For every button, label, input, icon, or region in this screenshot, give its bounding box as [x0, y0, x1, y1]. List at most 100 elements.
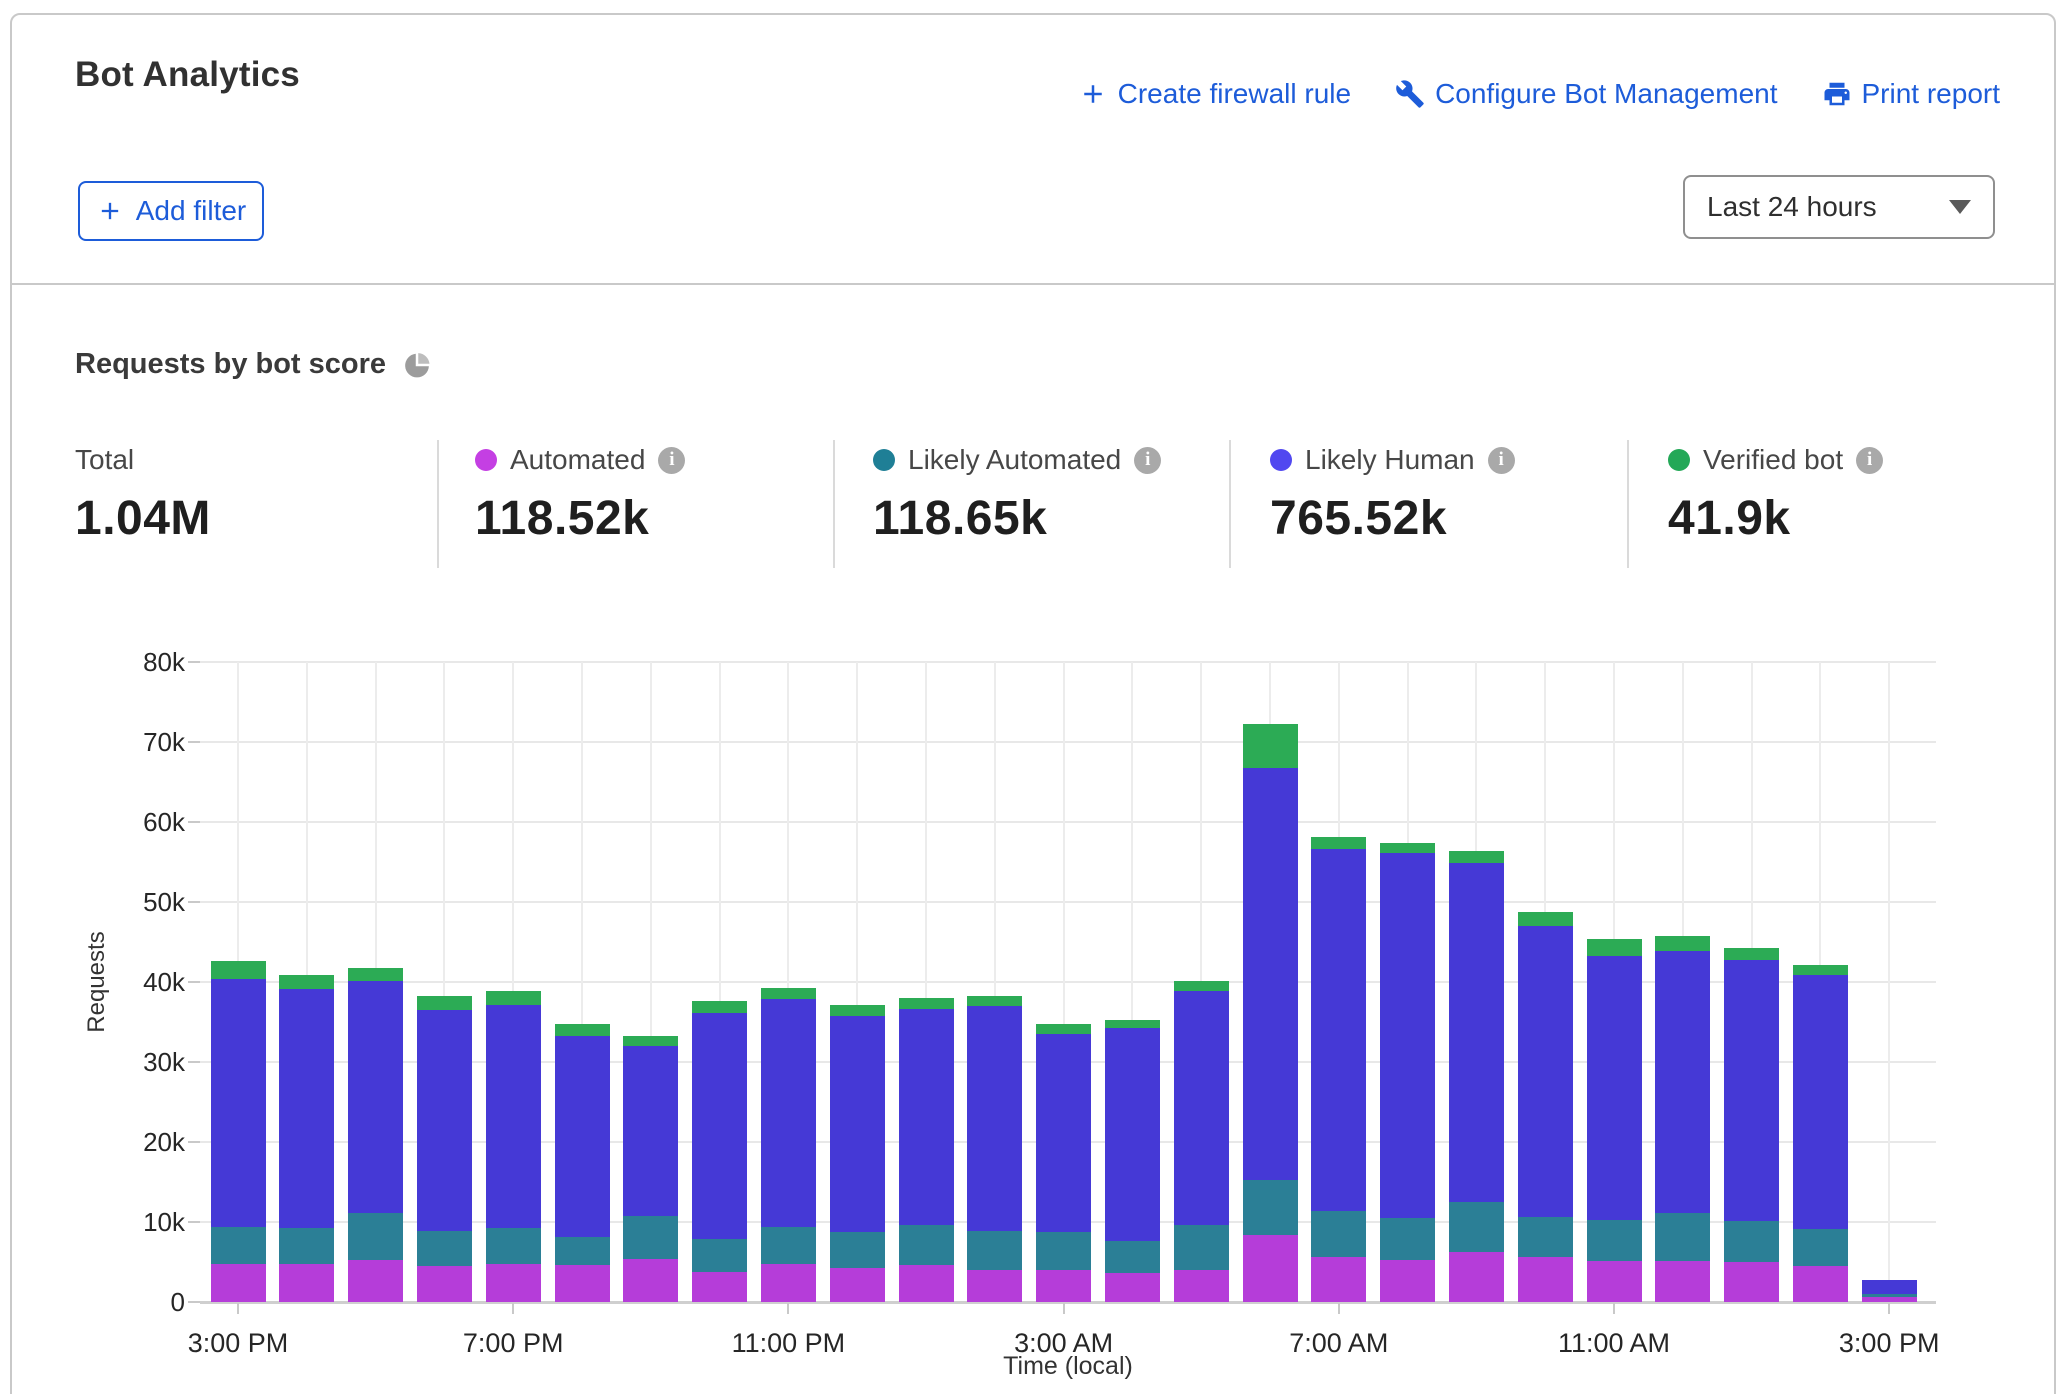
bar-9-00-pm[interactable] — [623, 1036, 678, 1302]
bar-segment-verified-bot[interactable] — [967, 996, 1022, 1006]
bar-segment-automated[interactable] — [486, 1264, 541, 1302]
bar-segment-verified-bot[interactable] — [1793, 965, 1848, 975]
bar-1-00-am[interactable] — [899, 998, 954, 1302]
bar-segment-likely-human[interactable] — [1105, 1028, 1160, 1241]
bar-segment-automated[interactable] — [1105, 1273, 1160, 1302]
bar-2-00-am[interactable] — [967, 996, 1022, 1302]
bar-segment-likely-human[interactable] — [417, 1010, 472, 1231]
bar-segment-verified-bot[interactable] — [1243, 724, 1298, 768]
bar-segment-automated[interactable] — [1518, 1257, 1573, 1302]
bar-segment-likely-automated[interactable] — [1793, 1229, 1848, 1266]
bar-segment-likely-automated[interactable] — [830, 1232, 885, 1267]
bar-segment-automated[interactable] — [1243, 1235, 1298, 1302]
bar-segment-verified-bot[interactable] — [211, 961, 266, 979]
bar-6-00-am[interactable] — [1243, 724, 1298, 1302]
bar-segment-automated[interactable] — [1793, 1266, 1848, 1302]
bar-segment-verified-bot[interactable] — [1587, 939, 1642, 957]
action-link-create-firewall-rule[interactable]: Create firewall rule — [1078, 78, 1351, 110]
bar-segment-likely-human[interactable] — [1174, 991, 1229, 1225]
bar-segment-automated[interactable] — [692, 1272, 747, 1302]
bar-segment-likely-automated[interactable] — [555, 1237, 610, 1265]
bar-segment-likely-human[interactable] — [486, 1005, 541, 1228]
bar-3-00-pm[interactable] — [1862, 1280, 1917, 1302]
bar-segment-likely-automated[interactable] — [417, 1231, 472, 1266]
bar-segment-verified-bot[interactable] — [1174, 981, 1229, 991]
bar-segment-automated[interactable] — [967, 1270, 1022, 1302]
bar-segment-automated[interactable] — [1311, 1257, 1366, 1302]
bar-segment-automated[interactable] — [1449, 1252, 1504, 1302]
bar-segment-likely-automated[interactable] — [1243, 1180, 1298, 1235]
bar-segment-likely-human[interactable] — [211, 979, 266, 1227]
bar-7-00-pm[interactable] — [486, 991, 541, 1302]
bar-segment-verified-bot[interactable] — [348, 968, 403, 981]
action-link-configure-bot-management[interactable]: Configure Bot Management — [1395, 78, 1777, 110]
bar-segment-likely-automated[interactable] — [279, 1228, 334, 1263]
bar-segment-likely-human[interactable] — [1518, 926, 1573, 1217]
bar-segment-likely-human[interactable] — [1449, 863, 1504, 1202]
bar-segment-automated[interactable] — [348, 1260, 403, 1302]
bar-segment-likely-human[interactable] — [1724, 960, 1779, 1221]
bar-segment-verified-bot[interactable] — [486, 991, 541, 1005]
bar-segment-automated[interactable] — [830, 1268, 885, 1302]
bar-8-00-am[interactable] — [1380, 843, 1435, 1302]
bar-segment-verified-bot[interactable] — [1105, 1020, 1160, 1029]
bar-segment-likely-human[interactable] — [967, 1006, 1022, 1231]
bar-segment-verified-bot[interactable] — [555, 1024, 610, 1035]
bar-segment-likely-human[interactable] — [1311, 849, 1366, 1211]
bar-segment-likely-human[interactable] — [1036, 1034, 1091, 1232]
bar-segment-likely-automated[interactable] — [1587, 1220, 1642, 1261]
bar-segment-likely-automated[interactable] — [1724, 1221, 1779, 1262]
bar-segment-likely-automated[interactable] — [1655, 1213, 1710, 1261]
bar-segment-automated[interactable] — [1036, 1270, 1091, 1302]
action-link-print-report[interactable]: Print report — [1822, 78, 2001, 110]
bar-segment-likely-human[interactable] — [1243, 768, 1298, 1180]
bar-9-00-am[interactable] — [1449, 851, 1504, 1302]
bar-segment-likely-human[interactable] — [761, 999, 816, 1227]
bar-segment-likely-human[interactable] — [279, 989, 334, 1228]
bar-segment-likely-automated[interactable] — [1862, 1294, 1917, 1297]
bar-segment-likely-automated[interactable] — [1036, 1232, 1091, 1270]
bar-2-00-pm[interactable] — [1793, 965, 1848, 1302]
bar-segment-automated[interactable] — [761, 1264, 816, 1302]
info-icon[interactable]: i — [1856, 447, 1883, 474]
bar-segment-likely-automated[interactable] — [1174, 1225, 1229, 1270]
bar-11-00-am[interactable] — [1587, 939, 1642, 1302]
bar-segment-likely-automated[interactable] — [211, 1227, 266, 1264]
bar-segment-likely-human[interactable] — [1793, 975, 1848, 1229]
bar-4-00-am[interactable] — [1105, 1020, 1160, 1302]
bar-segment-automated[interactable] — [211, 1264, 266, 1302]
add-filter-button[interactable]: Add filter — [78, 181, 264, 241]
bar-segment-verified-bot[interactable] — [692, 1001, 747, 1013]
bar-4-00-pm[interactable] — [279, 975, 334, 1302]
bar-segment-likely-human[interactable] — [1380, 853, 1435, 1218]
bar-segment-likely-automated[interactable] — [1449, 1202, 1504, 1252]
bar-segment-likely-automated[interactable] — [623, 1216, 678, 1258]
bar-segment-verified-bot[interactable] — [1036, 1024, 1091, 1034]
bar-segment-likely-human[interactable] — [623, 1046, 678, 1216]
info-icon[interactable]: i — [1134, 447, 1161, 474]
bar-segment-verified-bot[interactable] — [1449, 851, 1504, 863]
bar-segment-likely-automated[interactable] — [1105, 1241, 1160, 1273]
bar-segment-likely-human[interactable] — [1862, 1280, 1917, 1294]
bar-segment-automated[interactable] — [1174, 1270, 1229, 1302]
bar-segment-verified-bot[interactable] — [417, 996, 472, 1010]
bar-segment-verified-bot[interactable] — [1724, 948, 1779, 960]
bar-segment-likely-automated[interactable] — [899, 1225, 954, 1265]
info-icon[interactable]: i — [658, 447, 685, 474]
bar-segment-likely-automated[interactable] — [967, 1231, 1022, 1270]
bar-segment-automated[interactable] — [899, 1265, 954, 1302]
bar-segment-verified-bot[interactable] — [761, 988, 816, 999]
bar-6-00-pm[interactable] — [417, 996, 472, 1302]
bar-segment-automated[interactable] — [1862, 1297, 1917, 1302]
bar-12-00-pm[interactable] — [1655, 936, 1710, 1302]
bar-segment-verified-bot[interactable] — [623, 1036, 678, 1046]
bar-segment-likely-human[interactable] — [1655, 951, 1710, 1213]
bar-segment-likely-automated[interactable] — [1311, 1211, 1366, 1257]
bar-1-00-pm[interactable] — [1724, 948, 1779, 1302]
bar-segment-verified-bot[interactable] — [899, 998, 954, 1009]
bar-3-00-am[interactable] — [1036, 1024, 1091, 1302]
bar-7-00-am[interactable] — [1311, 837, 1366, 1302]
bar-10-00-pm[interactable] — [692, 1001, 747, 1302]
bar-segment-automated[interactable] — [279, 1264, 334, 1302]
info-icon[interactable]: i — [1488, 447, 1515, 474]
